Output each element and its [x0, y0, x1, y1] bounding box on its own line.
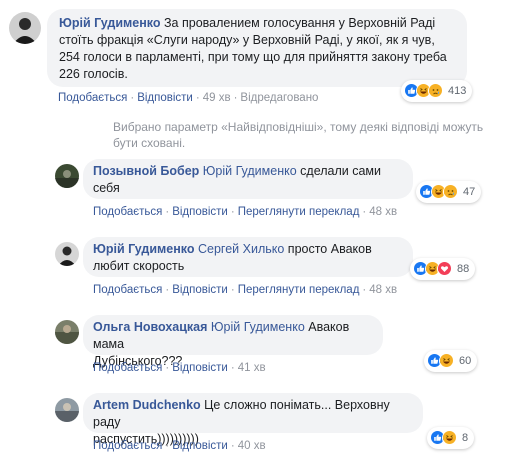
like-button[interactable]: Подобається: [93, 206, 162, 218]
reply-text: любит скорость: [93, 259, 185, 273]
reply-button[interactable]: Відповісти: [172, 206, 228, 218]
edited-label[interactable]: Відредаговано: [240, 92, 318, 104]
avatar[interactable]: [9, 12, 41, 44]
love-icon: [437, 261, 453, 277]
like-button[interactable]: Подобається: [93, 284, 162, 296]
reactions-summary[interactable]: 8: [427, 427, 475, 449]
reply-author[interactable]: Юрій Гудименко: [93, 242, 195, 256]
reply-button[interactable]: Відповісти: [137, 92, 193, 104]
reply-bubble: Artem Dudchenko Це сложно понімать... Ве…: [83, 393, 423, 446]
reply-bubble: Юрій Гудименко Сергей Хилько просто Авак…: [83, 237, 413, 277]
reply-text: просто Аваков: [287, 242, 372, 256]
reply-author[interactable]: Ольга Новохацкая: [93, 320, 207, 334]
reactions-summary[interactable]: 413: [401, 80, 473, 102]
reply-button[interactable]: Відповісти: [172, 284, 228, 296]
haha-icon: [442, 430, 458, 446]
see-translation-button[interactable]: Переглянути переклад: [238, 284, 360, 296]
comment-actions: Подобається · Відповісти · 49 хв · Відредагова…: [58, 92, 319, 104]
reply-mention[interactable]: Юрій Гудименко: [203, 164, 297, 178]
comment-author[interactable]: Юрій Гудименко: [59, 16, 161, 30]
timestamp[interactable]: 49 хв: [203, 92, 231, 104]
timestamp[interactable]: 48 хв: [369, 284, 397, 296]
reply-author[interactable]: Artem Dudchenko: [93, 398, 201, 412]
comment-text: 254 голоси в парламенті, при тому що для…: [59, 50, 447, 64]
reactions-summary[interactable]: 60: [424, 350, 478, 372]
reaction-count: 88: [457, 263, 470, 275]
avatar[interactable]: [55, 164, 79, 188]
reply-mention[interactable]: Сергей Хилько: [198, 242, 284, 256]
avatar[interactable]: [55, 242, 79, 266]
reply-actions: Подобається · Відповісти · 40 хв: [93, 440, 266, 452]
comment-text: За провалением голосування у Верховній Р…: [164, 16, 436, 30]
like-button[interactable]: Подобається: [93, 440, 162, 452]
reply-actions: Подобається · Відповісти · 41 хв: [93, 362, 266, 374]
comment-text: 226 голосів.: [59, 67, 128, 81]
timestamp[interactable]: 48 хв: [369, 206, 397, 218]
reply-author[interactable]: Позывной Бобер: [93, 164, 199, 178]
haha-icon: [439, 353, 455, 369]
avatar[interactable]: [55, 398, 79, 422]
sad-icon: [428, 83, 444, 99]
timestamp[interactable]: 41 хв: [238, 362, 266, 374]
like-button[interactable]: Подобається: [58, 92, 127, 104]
reply-bubble: Ольга Новохацкая Юрій Гудименко Аваков м…: [83, 315, 383, 368]
reply-text: себя: [93, 181, 120, 195]
reply-text: сделали сами: [300, 164, 382, 178]
reaction-count: 47: [463, 186, 476, 198]
reply-actions: Подобається · Відповісти · Переглянути перек…: [93, 284, 398, 296]
reaction-count: 8: [462, 432, 469, 444]
reply-bubble: Позывной Бобер Юрій Гудименко сделали са…: [83, 159, 413, 199]
reply-actions: Подобається · Відповісти · Переглянути перек…: [93, 206, 398, 218]
timestamp[interactable]: 40 хв: [238, 440, 266, 452]
avatar[interactable]: [55, 320, 79, 344]
comment-bubble: Юрій Гудименко За провалением голосуванн…: [47, 9, 467, 87]
like-button[interactable]: Подобається: [93, 362, 162, 374]
reactions-summary[interactable]: 88: [410, 258, 476, 280]
reply-button[interactable]: Відповісти: [172, 362, 228, 374]
reply-mention[interactable]: Юрій Гудименко: [211, 320, 305, 334]
see-translation-button[interactable]: Переглянути переклад: [238, 206, 360, 218]
reply-button[interactable]: Відповісти: [172, 440, 228, 452]
sad-icon: [443, 184, 459, 200]
reactions-summary[interactable]: 47: [416, 181, 482, 203]
comment-text: стоїть фракція «Слуги народу» у Верховні…: [59, 33, 435, 47]
sort-notice: Вибрано параметр «Найвідповідніші», тому…: [113, 120, 484, 150]
reaction-count: 60: [459, 355, 472, 367]
reaction-count: 413: [448, 85, 467, 97]
